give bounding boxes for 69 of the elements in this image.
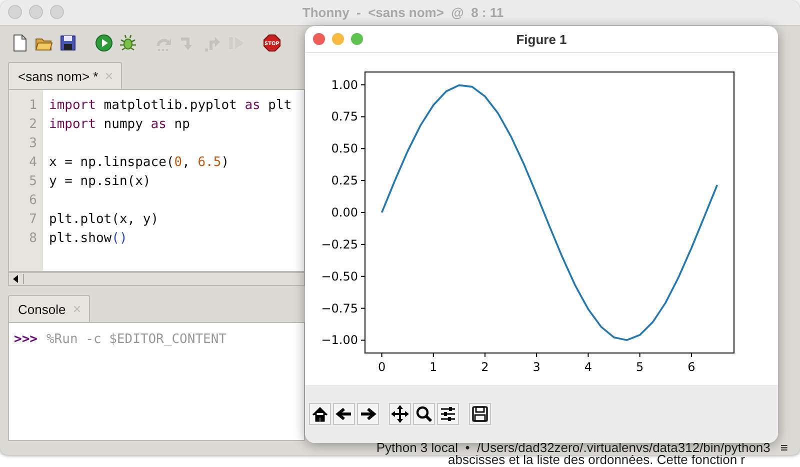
console-prompt: >>> xyxy=(14,332,38,347)
y-tick-label: 0.75 xyxy=(331,110,358,124)
console-command: %Run -c $EDITOR_CONTENT xyxy=(46,332,226,347)
tick-mark xyxy=(432,352,434,358)
code-line: y = np.sin(x) xyxy=(49,173,152,191)
new-file-icon[interactable] xyxy=(11,34,29,52)
line-number: 7 xyxy=(28,211,38,229)
code-line: import matplotlib.pyplot as plt xyxy=(49,97,292,115)
horizontal-scrollbar[interactable] xyxy=(8,272,305,286)
bug-icon[interactable] xyxy=(119,34,137,52)
code-line: plt.plot(x, y) xyxy=(49,211,160,229)
x-tick-label: 1 xyxy=(430,360,438,374)
y-tick-label: −1.00 xyxy=(321,333,358,348)
tick-mark xyxy=(639,352,640,358)
y-tick-label: 0.00 xyxy=(331,206,358,220)
y-tick-label: 0.50 xyxy=(331,142,358,156)
tick-mark xyxy=(360,276,366,277)
tick-mark xyxy=(360,180,366,182)
line-number: 2 xyxy=(28,116,38,134)
tick-mark xyxy=(360,308,366,309)
search-button[interactable] xyxy=(413,403,435,425)
y-tick-label: −0.50 xyxy=(321,269,358,284)
zoom-button[interactable] xyxy=(351,33,363,45)
left-arrow-button[interactable] xyxy=(333,403,355,425)
line-number: 3 xyxy=(28,135,38,153)
tick-mark xyxy=(360,212,366,213)
code-line: import numpy as np xyxy=(49,116,191,134)
console-panel[interactable]: >>> %Run -c $EDITOR_CONTENT xyxy=(8,322,305,441)
tick-mark xyxy=(690,352,692,358)
move-button[interactable] xyxy=(389,403,411,425)
line-number: 1 xyxy=(28,97,38,115)
line-number: 8 xyxy=(28,230,38,248)
line-number: 5 xyxy=(28,173,38,191)
editor-tab[interactable]: <sans nom> * xyxy=(8,62,122,89)
tick-mark xyxy=(360,340,366,341)
home-button[interactable] xyxy=(309,403,331,425)
close-button[interactable] xyxy=(313,33,325,45)
tick-mark xyxy=(484,352,486,358)
floppy-disk-button[interactable] xyxy=(469,403,491,425)
play-icon[interactable] xyxy=(95,34,113,52)
right-arrow-button[interactable] xyxy=(357,403,379,425)
code-line: x = np.linspace(0, 6.5) xyxy=(49,154,230,172)
y-tick-label: −0.75 xyxy=(321,301,358,316)
tick-mark xyxy=(360,148,366,150)
tick-mark xyxy=(360,84,366,86)
tick-mark xyxy=(360,116,366,118)
tick-mark xyxy=(588,352,589,358)
sliders-button[interactable] xyxy=(437,403,459,425)
x-tick-label: 6 xyxy=(688,360,696,374)
tick-mark xyxy=(360,244,366,245)
line-number: 4 xyxy=(28,154,38,172)
y-tick-label: 0.25 xyxy=(331,174,358,188)
code-line: plt.show() xyxy=(49,230,128,248)
x-tick-label: 5 xyxy=(636,360,644,374)
tick-mark xyxy=(381,352,382,358)
window-title: Figure 1 xyxy=(515,32,568,46)
window-title: Thonny - <sans nom> @ 8 : 11 xyxy=(301,4,505,20)
console-tab[interactable]: Console xyxy=(8,295,90,322)
code-editor[interactable]: 1 2 3 4 5 6 7 8 import matplotlib.pyplot as plt import numpy as np x = np.linspace(0, 6.5) y = np.sin(x) plt.plot(x, y) plt.show() xyxy=(8,89,305,272)
y-tick-label: −0.25 xyxy=(321,237,358,252)
status-menu[interactable]: ≡ xyxy=(780,441,788,454)
y-tick-label: 1.00 xyxy=(331,78,358,92)
tick-mark xyxy=(536,352,538,358)
x-tick-label: 4 xyxy=(584,360,592,374)
x-tick-label: 2 xyxy=(481,360,489,374)
interpreter-status[interactable]: Python 3 local • /Users/dad32zero/.virtualenvs/data312/bin/python3 xyxy=(376,441,770,454)
x-tick-label: 3 xyxy=(532,360,540,374)
line-number: 6 xyxy=(28,192,38,210)
x-tick-label: 0 xyxy=(378,360,386,374)
